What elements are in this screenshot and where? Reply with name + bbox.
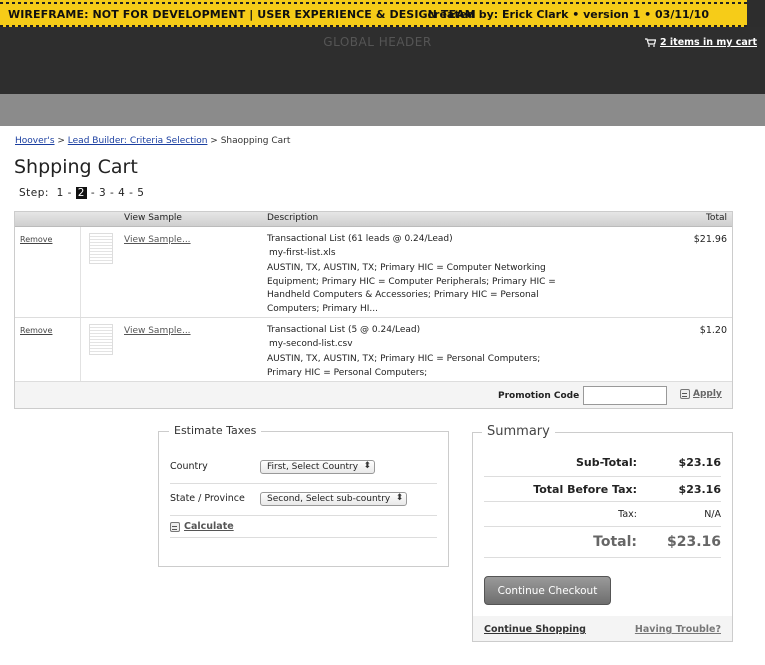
step-2-current: 2 (75, 187, 87, 199)
table-row: Remove View Sample... Transactional List… (15, 318, 732, 382)
header-view-sample: View Sample (124, 213, 182, 223)
step-indicator: Step: 1 - 2 - 3 - 4 - 5 (19, 187, 144, 199)
divider (170, 515, 437, 516)
remove-link[interactable]: Remove (20, 326, 52, 335)
list-filename: my-second-list.csv (269, 338, 353, 349)
promotion-code-label: Promotion Code : (498, 391, 586, 401)
total-before-tax-label: Total Before Tax: (533, 483, 637, 496)
refresh-icon (170, 521, 180, 532)
banner-left-text: WIREFRAME: NOT FOR DEVELOPMENT | USER EX… (8, 8, 476, 21)
step-dash: - (86, 187, 99, 199)
list-filename: my-first-list.xls (269, 247, 336, 258)
tax-value: N/A (704, 509, 721, 520)
total-label: Total: (593, 534, 637, 550)
step-dash: - (106, 187, 119, 199)
cart-table: View Sample Description Total Remove Vie… (14, 211, 733, 409)
apply-label: Apply (693, 389, 722, 399)
summary-panel: Summary Sub-Total: $23.16 Total Before T… (472, 424, 733, 642)
step-label: Step: (19, 187, 49, 199)
having-trouble-link[interactable]: Having Trouble? (635, 624, 721, 635)
row-description: Transactional List (5 @ 0.24/Lead) my-se… (267, 324, 567, 380)
subtotal-label: Sub-Total: (575, 456, 637, 469)
estimate-taxes-legend: Estimate Taxes (169, 424, 262, 437)
state-label: State / Province (170, 493, 245, 504)
summary-footer: Continue Shopping Having Trouble? (473, 616, 732, 641)
divider (170, 537, 437, 538)
view-sample-link[interactable]: View Sample... (124, 326, 191, 336)
cart-link-text: 2 items in my cart (659, 37, 757, 48)
step-5[interactable]: 5 (137, 187, 144, 199)
breadcrumb-sep: > (207, 136, 221, 146)
total-value: $23.16 (666, 534, 721, 550)
page-title: Shpping Cart (14, 156, 138, 178)
remove-link[interactable]: Remove (20, 235, 52, 244)
total-before-tax-value: $23.16 (678, 483, 721, 496)
list-title: Transactional List (5 @ 0.24/Lead) (267, 325, 421, 335)
list-criteria: AUSTIN, TX, AUSTIN, TX; Primary HIC = Pe… (267, 354, 541, 378)
step-dash: - (63, 187, 76, 199)
global-nav-bar (0, 94, 765, 126)
row-description: Transactional List (61 leads @ 0.24/Lead… (267, 233, 567, 316)
shopping-cart-icon (644, 38, 656, 47)
state-select[interactable]: Second, Select sub-country (260, 492, 408, 506)
banner-stripe-top (0, 2, 747, 4)
country-label: Country (170, 461, 208, 472)
divider (484, 526, 721, 527)
list-criteria: AUSTIN, TX, AUSTIN, TX; Primary HIC = Co… (267, 263, 556, 314)
view-sample-link[interactable]: View Sample... (124, 235, 191, 245)
breadcrumb-current: Shaopping Cart (220, 136, 291, 146)
promotion-row: Promotion Code : Apply (15, 382, 732, 408)
step-dash: - (125, 187, 138, 199)
summary-legend: Summary (482, 424, 555, 439)
header-total: Total (705, 213, 727, 223)
table-row: Remove View Sample... Transactional List… (15, 227, 732, 318)
row-total: $21.96 (693, 234, 727, 245)
divider (484, 557, 721, 558)
continue-checkout-button[interactable]: Continue Checkout (484, 576, 611, 605)
row-total: $1.20 (699, 325, 727, 336)
global-header: GLOBAL HEADER 2 items in my cart (0, 27, 765, 94)
sample-thumbnail (89, 233, 113, 264)
wireframe-banner: WIREFRAME: NOT FOR DEVELOPMENT | USER EX… (0, 0, 747, 27)
continue-shopping-link[interactable]: Continue Shopping (484, 624, 586, 635)
country-select[interactable]: First, Select Country (260, 460, 376, 474)
breadcrumb: Hoover's > Lead Builder: Criteria Select… (15, 136, 290, 146)
estimate-taxes-panel: Estimate Taxes Country First, Select Cou… (158, 424, 449, 567)
step-1[interactable]: 1 (57, 187, 64, 199)
header-description: Description (267, 213, 319, 223)
table-header: View Sample Description Total (15, 212, 732, 227)
list-title: Transactional List (61 leads @ 0.24/Lead… (267, 234, 453, 244)
breadcrumb-hoovers[interactable]: Hoover's (15, 136, 55, 146)
divider (484, 476, 721, 477)
calculate-button[interactable]: Calculate (170, 521, 234, 532)
cart-link[interactable]: 2 items in my cart (644, 37, 757, 48)
calculate-label: Calculate (184, 521, 234, 532)
subtotal-value: $23.16 (678, 456, 721, 469)
divider (170, 483, 437, 484)
apply-button[interactable]: Apply (680, 389, 722, 399)
sample-thumbnail (89, 324, 113, 355)
breadcrumb-lead-builder[interactable]: Lead Builder: Criteria Selection (68, 136, 208, 146)
refresh-icon (680, 389, 690, 399)
breadcrumb-sep: > (54, 136, 68, 146)
tax-label: Tax: (618, 509, 637, 520)
divider (484, 501, 721, 502)
banner-right-text: created by: Erick Clark • version 1 • 03… (427, 8, 710, 21)
promotion-code-input[interactable] (583, 386, 667, 405)
banner-edge (747, 0, 765, 27)
